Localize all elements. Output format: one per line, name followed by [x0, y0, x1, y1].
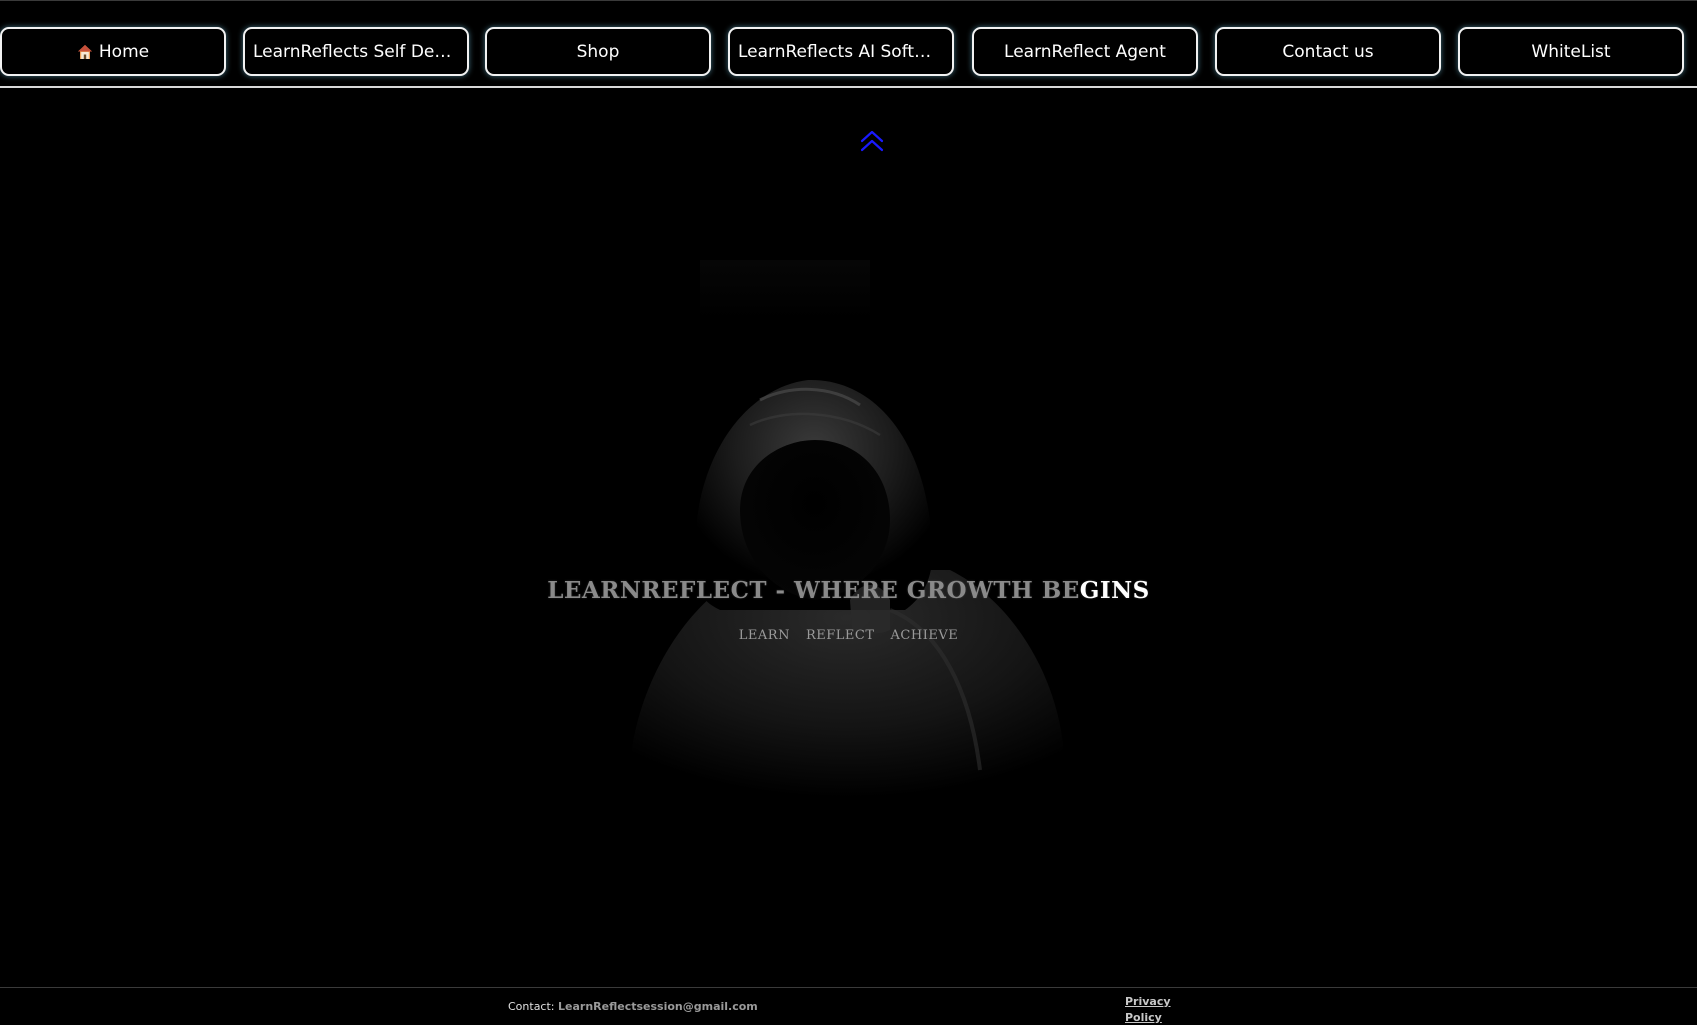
nav-agent-label: LearnReflect Agent: [1004, 41, 1166, 62]
nav-ai-software-label: LearnReflects AI Software: [738, 41, 944, 62]
nav-home-label: Home: [98, 41, 150, 62]
scroll-up-button[interactable]: [857, 128, 887, 156]
hooded-figure-image: [628, 260, 1065, 810]
nav-home-button[interactable]: Home: [0, 27, 226, 76]
contact-label: Contact:: [508, 1000, 555, 1013]
nav-self-development-button[interactable]: LearnReflects Self Develo...: [243, 27, 469, 76]
nav-contact-label: Contact us: [1282, 41, 1374, 62]
privacy-policy-link[interactable]: Privacy Policy: [1125, 994, 1185, 1025]
nav-agent-button[interactable]: LearnReflect Agent: [972, 27, 1198, 76]
tagline-learn: LEARN: [738, 628, 790, 643]
home-icon: [77, 44, 92, 59]
hero-tagline: LEARN REFLECT ACHIEVE: [0, 628, 1697, 643]
page: Home LearnReflects Self Develo... Shop L…: [0, 0, 1697, 1025]
tagline-achieve: ACHIEVE: [890, 628, 959, 643]
double-chevron-up-icon: [860, 130, 884, 152]
nav-self-development-label: LearnReflects Self Develo...: [253, 41, 459, 62]
nav-shop-label: Shop: [576, 41, 620, 62]
hero-title: LEARNREFLECT - WHERE GROWTH BEGINS: [0, 577, 1697, 604]
hero-title-dim: LEARNREFLECT - WHERE GROWTH BE: [547, 577, 1080, 604]
nav-whitelist-label: WhiteList: [1531, 41, 1611, 62]
footer: Contact: LearnReflectsession@gmail.com P…: [0, 987, 1697, 1025]
footer-contact: Contact: LearnReflectsession@gmail.com: [508, 1000, 758, 1013]
contact-email-link[interactable]: LearnReflectsession@gmail.com: [558, 1000, 758, 1013]
top-navigation-bar: Home LearnReflects Self Develo... Shop L…: [0, 0, 1697, 88]
nav-whitelist-button[interactable]: WhiteList: [1458, 27, 1684, 76]
nav-ai-software-button[interactable]: LearnReflects AI Software: [728, 27, 954, 76]
nav-contact-button[interactable]: Contact us: [1215, 27, 1441, 76]
tagline-reflect: REFLECT: [805, 628, 875, 643]
hero-title-bright: GINS: [1079, 577, 1150, 604]
nav-shop-button[interactable]: Shop: [485, 27, 711, 76]
